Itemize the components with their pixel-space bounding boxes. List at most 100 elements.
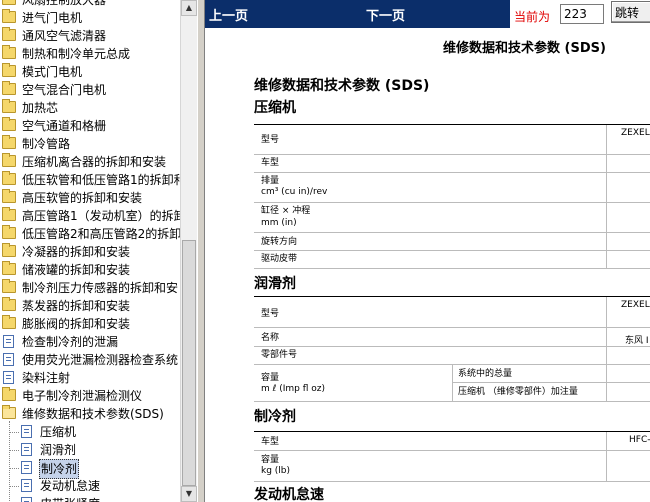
tree-item[interactable]: 进气门电机 [0,9,180,27]
compressor-heading: 压缩机 [254,100,296,116]
jump-button[interactable]: 跳转 [611,1,650,23]
tree-item[interactable]: 空气混合门电机 [0,81,180,99]
tree-item[interactable]: 高压软管的拆卸和安装 [0,189,180,207]
tree-item[interactable]: 压缩机 [0,423,180,441]
tree-item-label: 压缩机离合器的拆卸和安装 [22,155,167,169]
folder-icon [2,207,16,221]
page-number-input[interactable] [560,4,604,24]
folder-icon [2,153,16,167]
lubricant-part-label: 零部件号 [261,350,298,360]
idle-heading: 发动机怠速 [254,487,324,502]
row-rule [254,172,650,173]
tree-item[interactable]: 电子制冷剂泄漏检测仪 [0,387,180,405]
tree-item[interactable]: 储液罐的拆卸和安装 [0,261,180,279]
compressor-displacement-unit: cm³ (cu in)/rev [261,187,328,197]
tree-item[interactable]: 空气通道和格栅 [0,117,180,135]
tree-item[interactable]: 制冷剂 [0,459,180,479]
tree-scrollbar[interactable]: ▲ ▼ [180,0,197,502]
page-title: 维修数据和技术参数 (SDS) [443,41,606,56]
prev-page-link[interactable]: 上一页 [209,5,248,24]
tree-item[interactable]: 皮带张紧度 [0,495,180,502]
row-rule [452,382,650,383]
pane-splitter[interactable] [197,0,205,502]
tree-item-label: 皮带张紧度 [39,495,101,502]
next-page-link[interactable]: 下一页 [366,5,405,24]
tree-item-label: 检查制冷剂的泄漏 [22,335,119,349]
folder-icon [2,261,16,275]
tree-item-label: 加热芯 [22,101,59,115]
lubricant-capacity-label: 容量 [261,373,280,383]
tree-item-label: 模式门电机 [22,65,83,79]
tree-item[interactable]: 膨胀阀的拆卸和安装 [0,315,180,333]
tree-item-label: 使用荧光泄漏检测器检查系统 [22,353,179,367]
tree-connector [9,468,19,469]
scroll-up-arrow-icon[interactable]: ▲ [181,0,197,16]
tree-item[interactable]: 润滑剂 [0,441,180,459]
tree-item-label: 发动机怠速 [40,479,101,493]
folder-icon [2,135,16,149]
tree-item[interactable]: 通风空气滤清器 [0,27,180,45]
table-rule [254,296,650,297]
tree-item[interactable]: 风扇控制放大器 [0,0,180,9]
tree-item[interactable]: 染料注射 [0,369,180,387]
compressor-bore-label: 缸径 × 冲程 [261,206,311,216]
tree-connector [9,450,19,451]
tree-item-label: 低压管路2和高压管路2的拆卸 [22,227,180,241]
refrigerant-capacity-unit: kg (lb) [261,466,291,476]
table-divider [606,125,607,268]
folder-icon [2,189,16,203]
folder-icon [2,81,16,95]
tree-item-label: 高压软管的拆卸和安装 [22,191,143,205]
tree-item[interactable]: 压缩机离合器的拆卸和安装 [0,153,180,171]
scroll-thumb[interactable] [182,240,196,486]
compressor-model-value: ZEXEL [621,128,650,138]
tree-item[interactable]: 加热芯 [0,99,180,117]
compressor-bore-unit: mm (in) [261,218,297,228]
tree-item[interactable]: 发动机怠速 [0,477,180,495]
folder-icon [2,117,16,131]
tree-item[interactable]: 制冷管路 [0,135,180,153]
refrigerant-type-label: 车型 [261,437,280,447]
row-rule [254,401,650,402]
row-rule [254,481,650,482]
tree-item[interactable]: 蒸发器的拆卸和安装 [0,297,180,315]
refrigerant-type-value: HFC- [629,435,650,445]
tree-item-label: 制热和制冷单元总成 [22,47,131,61]
lubricant-name-label: 名称 [261,333,280,343]
tree-item[interactable]: 维修数据和技术参数(SDS) [0,405,180,423]
row-rule [254,327,650,328]
tree-item-label: 压缩机 [40,425,77,439]
folder-icon [2,99,16,113]
tree-connector [9,421,10,502]
document-icon [21,497,32,502]
tree-item-label: 通风空气滤清器 [22,29,107,43]
tree-item-label: 蒸发器的拆卸和安装 [22,299,131,313]
table-rule [254,124,650,125]
tree-item-label: 染料注射 [22,371,71,385]
document-icon [21,443,32,456]
folder-icon [2,27,16,41]
tree-item[interactable]: 低压软管和低压管路1的拆卸和 [0,171,180,189]
scroll-down-arrow-icon[interactable]: ▼ [181,486,197,502]
section-heading: 维修数据和技术参数 (SDS) [254,78,430,94]
lubricant-model-value: ZEXEL [621,300,650,310]
tree-item[interactable]: 低压管路2和高压管路2的拆卸 [0,225,180,243]
table-divider [606,297,607,401]
tree-item-label: 制冷剂 [39,459,80,479]
compressor-model-label: 型号 [261,135,280,145]
folder-open-icon [2,405,16,419]
tree-item[interactable]: 使用荧光泄漏检测器检查系统 [0,351,180,369]
tree-item[interactable]: 模式门电机 [0,63,180,81]
refrigerant-capacity-label: 容量 [261,455,280,465]
row-rule [254,364,650,365]
compressor-rotation-label: 旋转方向 [261,237,298,247]
document-icon [3,335,14,348]
tree-item[interactable]: 检查制冷剂的泄漏 [0,333,180,351]
tree-item[interactable]: 冷凝器的拆卸和安装 [0,243,180,261]
lubricant-refill-label: 压缩机 （维修零部件）加注量 [458,387,578,397]
tree-item[interactable]: 高压管路1（发动机室）的拆卸 [0,207,180,225]
tree-item[interactable]: 制冷剂压力传感器的拆卸和安 [0,279,180,297]
tree-item[interactable]: 制热和制冷单元总成 [0,45,180,63]
document-icon [21,461,32,474]
document-page: 维修数据和技术参数 (SDS) 维修数据和技术参数 (SDS) 压缩机 型号 Z… [205,28,650,502]
